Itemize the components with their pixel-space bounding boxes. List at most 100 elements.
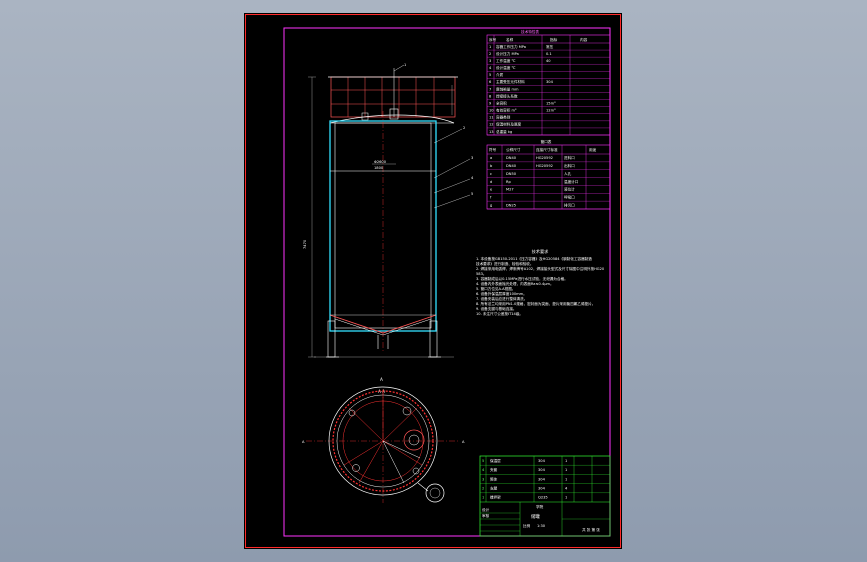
part-row-qty: 1 bbox=[565, 459, 567, 463]
nozzle-row-standard: HG20592 bbox=[536, 164, 553, 168]
nozzle-row-symbol: g bbox=[490, 203, 492, 207]
spec-row-no: 4 bbox=[489, 66, 492, 70]
nozzle-row-use: 温度计口 bbox=[564, 179, 579, 184]
nozzle-table: 管口表 符号 公称尺寸 连接尺寸标准 用途 a DN40 HG20592 进料口 b DN… bbox=[486, 139, 611, 210]
spec-row-value: 0.1 bbox=[546, 52, 552, 56]
drawing-name: 储罐 bbox=[531, 513, 540, 520]
spec-row-no: 7 bbox=[489, 87, 491, 91]
cad-drawing: 1 Φ2600 1800 7470 2 3 4 5 A A-A A A 技术特性… bbox=[245, 14, 621, 548]
part-row-material: 304 bbox=[538, 477, 546, 481]
nozzle-row-use: 液位计 bbox=[564, 187, 575, 192]
spec-row-no: 10 bbox=[489, 109, 494, 113]
nozzle-header-size: 公称尺寸 bbox=[506, 147, 521, 152]
note-line: 3. 容器制成后以0.15MPa进行水压试验，无泄漏为合格。 bbox=[476, 276, 568, 281]
spec-row-name: 容器类别 bbox=[496, 115, 511, 120]
spec-row-no: 9 bbox=[489, 101, 492, 105]
spec-row-no: 5 bbox=[489, 73, 491, 77]
nozzle-row-size: DN40 bbox=[506, 156, 517, 160]
note-line: 9. 设备支腿与基础连接。 bbox=[476, 306, 517, 311]
note-line: 7. 设备安装后应进行整体清洗。 bbox=[476, 296, 527, 301]
nozzle-row-symbol: f bbox=[490, 196, 492, 200]
spec-row-name: 容器工作压力 MPa bbox=[496, 44, 526, 49]
sheet-info: 共 张 第 张 bbox=[582, 527, 600, 532]
note-line: 583。 bbox=[476, 272, 486, 276]
checker-label: 审核 bbox=[482, 513, 490, 518]
side-mark-left: A bbox=[302, 440, 305, 444]
callout-4: 4 bbox=[471, 176, 474, 180]
spec-row-no: 8 bbox=[489, 94, 492, 98]
note-line: 8. 所有法兰均采用PN1.0规格，密封面为突面，垫片采用聚四氟乙烯垫片。 bbox=[476, 301, 595, 306]
spec-row-no: 2 bbox=[489, 52, 491, 56]
part-row-name: 保温层 bbox=[490, 458, 501, 463]
part-row-material: Q235 bbox=[538, 496, 548, 500]
nozzle-row-symbol: d bbox=[490, 180, 492, 184]
part-row-name: 筒体 bbox=[490, 476, 498, 481]
spec-row-name: 工作温度 ℃ bbox=[496, 58, 516, 63]
note-line: 4. 设备内外表面抛光处理，内表面Ra≤0.4μm。 bbox=[476, 281, 554, 286]
inner-dim-diameter: Φ2600 bbox=[374, 160, 387, 164]
nozzle-row-standard: HG20592 bbox=[536, 156, 553, 160]
note-line: 6. 设备外保温层厚度100mm。 bbox=[476, 291, 527, 296]
technical-notes: 技术要求 1. 本设备按GB150-2011《压力容器》及HG20584《钢制化… bbox=[476, 248, 605, 316]
nozzle-row-symbol: b bbox=[490, 164, 493, 168]
front-view: 1 Φ2600 1800 7470 2 3 4 5 A bbox=[303, 63, 474, 382]
nozzle-row-use: 呼吸口 bbox=[564, 195, 575, 200]
side-mark-right: A bbox=[462, 440, 465, 444]
spec-row-name: 介质 bbox=[496, 72, 504, 77]
part-row-qty: 1 bbox=[565, 496, 567, 500]
spec-table-title: 技术特性表 bbox=[521, 29, 539, 34]
part-row-qty: 1 bbox=[565, 468, 567, 472]
notes-title: 技术要求 bbox=[532, 248, 550, 255]
height-dimension: 7470 bbox=[303, 239, 307, 249]
part-row-qty: 4 bbox=[565, 487, 568, 491]
part-row-no: 3 bbox=[482, 477, 484, 481]
title-block: 5 保温层 304 1 4 夹套 304 1 3 筒体 304 1 2 支腿 304 4 1 搅拌架 Q235 1 学… bbox=[479, 455, 611, 537]
spec-header-content: 内容 bbox=[580, 37, 588, 42]
callout-2: 2 bbox=[463, 126, 465, 130]
note-line: 10. 未注尺寸公差按IT14级。 bbox=[476, 311, 523, 316]
nozzle-header-symbol: 符号 bbox=[489, 147, 497, 152]
spec-row-no: 6 bbox=[489, 80, 492, 84]
nozzle-row-symbol: c bbox=[490, 172, 492, 176]
nozzle-row-size: DN25 bbox=[506, 203, 516, 207]
top-frame-label: 1 bbox=[404, 63, 406, 67]
spec-row-no: 11 bbox=[489, 116, 494, 120]
nozzle-table-title: 管口表 bbox=[541, 139, 552, 144]
spec-row-no: 12 bbox=[489, 123, 494, 127]
nozzle-row-size: DN50 bbox=[506, 172, 517, 176]
spec-header-value: 指标 bbox=[550, 37, 558, 42]
part-row-qty: 1 bbox=[565, 477, 567, 481]
spec-header-no: 序号 bbox=[489, 37, 497, 42]
spec-row-name: 全容积 bbox=[496, 100, 507, 105]
top-view: A-A A A bbox=[302, 386, 465, 503]
spec-row-value: 常压 bbox=[546, 44, 554, 49]
callout-5: 5 bbox=[471, 192, 473, 196]
designer-label: 设计 bbox=[482, 507, 490, 512]
nozzle-row-size: Rp bbox=[506, 180, 511, 184]
note-line: 1. 本设备按GB150-2011《压力容器》及HG20584《钢制化工容器制造 bbox=[476, 256, 592, 261]
nozzle-row-use: 出料口 bbox=[564, 163, 575, 168]
spec-row-name: 设计温度 ℃ bbox=[496, 65, 516, 70]
spec-row-name: 保温材料及厚度 bbox=[496, 122, 522, 127]
part-row-material: 304 bbox=[538, 487, 546, 491]
nozzle-row-use: 人孔 bbox=[564, 171, 572, 176]
nozzle-header-use: 用途 bbox=[589, 147, 597, 152]
spec-row-name: 设计压力 MPa bbox=[496, 51, 519, 56]
inner-dim-level: 1800 bbox=[374, 166, 384, 170]
front-view-label: A bbox=[380, 377, 383, 382]
part-row-name: 夹套 bbox=[490, 467, 498, 472]
nozzle-header-standard: 连接尺寸标准 bbox=[536, 147, 558, 152]
part-row-material: 304 bbox=[538, 468, 546, 472]
nozzle-row-size: DN40 bbox=[506, 164, 517, 168]
spec-row-value: 15m³ bbox=[546, 101, 556, 105]
part-row-no: 4 bbox=[482, 468, 485, 472]
scale-value: 1:30 bbox=[537, 524, 546, 528]
spec-row-value: 304 bbox=[546, 80, 554, 84]
part-row-no: 1 bbox=[482, 496, 484, 500]
nozzle-row-symbol: a bbox=[490, 156, 492, 160]
scale-label: 比例 bbox=[523, 523, 531, 528]
spec-row-name: 主要受压元件材料 bbox=[496, 79, 525, 84]
part-row-material: 304 bbox=[538, 459, 546, 463]
spec-row-name: 有效容积 m³ bbox=[496, 108, 517, 113]
note-line: 5. 管口方位见A-A视图。 bbox=[476, 286, 515, 291]
